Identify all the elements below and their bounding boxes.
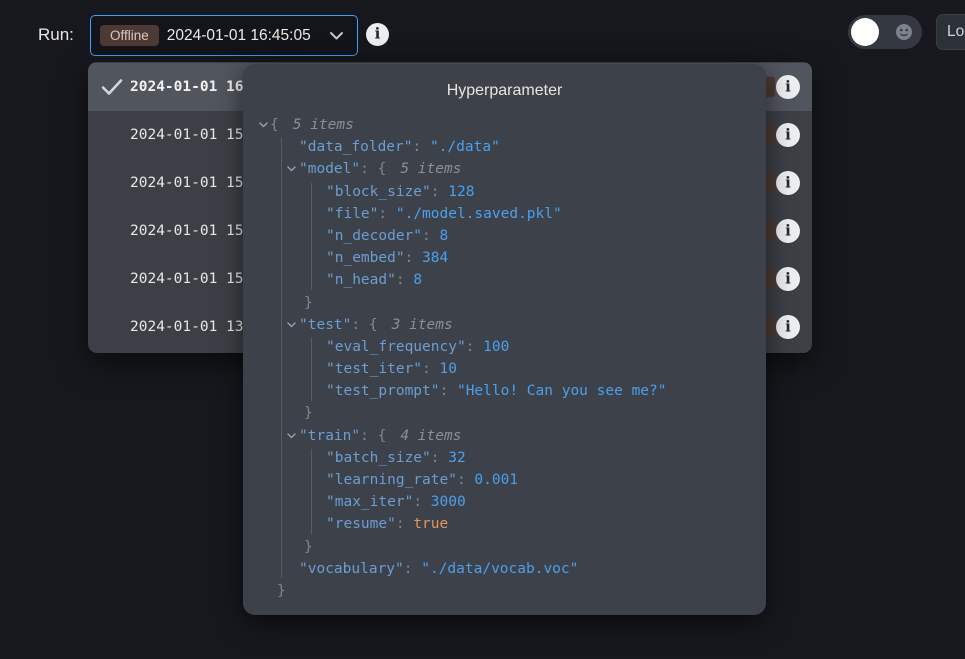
toggle-knob xyxy=(851,18,879,46)
run-label: Run: xyxy=(38,25,74,45)
json-line: "max_iter": 3000 xyxy=(243,491,766,513)
json-line: {5 items xyxy=(243,114,766,136)
json-line: "block_size": 128 xyxy=(243,181,766,203)
collapse-icon[interactable] xyxy=(259,114,268,136)
popover-title: Hyperparameter xyxy=(243,82,766,100)
json-line: "file": "./model.saved.pkl" xyxy=(243,203,766,225)
smiley-icon xyxy=(895,23,913,46)
json-line: "model": {5 items xyxy=(243,158,766,180)
info-icon[interactable]: i xyxy=(776,315,800,339)
json-line: "batch_size": 32 xyxy=(243,447,766,469)
json-line: "test_prompt": "Hello! Can you see me?" xyxy=(243,380,766,402)
json-line: "data_folder": "./data" xyxy=(243,136,766,158)
hyperparameter-popover: Hyperparameter {5 items"data_folder": ".… xyxy=(243,64,766,615)
json-line: } xyxy=(243,580,766,602)
indent-guide xyxy=(311,449,312,534)
run-timestamp: 2024-01-01 15 xyxy=(130,271,244,287)
collapse-icon[interactable] xyxy=(287,425,296,447)
indent-guide xyxy=(311,338,312,401)
json-line: "learning_rate": 0.001 xyxy=(243,469,766,491)
json-line: "vocabulary": "./data/vocab.voc" xyxy=(243,558,766,580)
collapse-icon[interactable] xyxy=(287,314,296,336)
run-timestamp: 2024-01-01 13 xyxy=(130,319,244,335)
info-icon[interactable]: i xyxy=(776,171,800,195)
run-timestamp: 2024-01-01 15 xyxy=(130,175,244,191)
indent-guide xyxy=(281,138,282,578)
json-line: "eval_frequency": 100 xyxy=(243,336,766,358)
info-icon[interactable]: i xyxy=(776,267,800,291)
run-timestamp: 2024-01-01 15 xyxy=(130,127,244,143)
json-line: "resume": true xyxy=(243,513,766,535)
log-button[interactable]: Log xyxy=(936,14,965,50)
run-select-value: 2024-01-01 16:45:05 xyxy=(167,27,311,45)
json-line: "test_iter": 10 xyxy=(243,358,766,380)
info-icon[interactable]: i xyxy=(776,219,800,243)
json-line: "n_head": 8 xyxy=(243,269,766,291)
theme-toggle[interactable] xyxy=(848,15,922,49)
info-icon[interactable]: i xyxy=(776,75,800,99)
offline-badge: Offline xyxy=(100,25,159,46)
json-line: } xyxy=(243,292,766,314)
run-info-icon[interactable]: i xyxy=(366,23,389,46)
chevron-down-icon xyxy=(329,31,344,41)
info-icon[interactable]: i xyxy=(776,123,800,147)
run-timestamp: 2024-01-01 15 xyxy=(130,223,244,239)
json-line: "train": {4 items xyxy=(243,425,766,447)
json-line: "test": {3 items xyxy=(243,314,766,336)
check-icon xyxy=(101,78,123,96)
indent-guide xyxy=(311,183,312,290)
json-line: } xyxy=(243,402,766,424)
run-select[interactable]: Offline 2024-01-01 16:45:05 xyxy=(90,15,358,56)
json-tree: {5 items"data_folder": "./data""model": … xyxy=(243,114,766,609)
json-line: "n_embed": 384 xyxy=(243,247,766,269)
collapse-icon[interactable] xyxy=(287,158,296,180)
json-line: } xyxy=(243,536,766,558)
json-line: "n_decoder": 8 xyxy=(243,225,766,247)
